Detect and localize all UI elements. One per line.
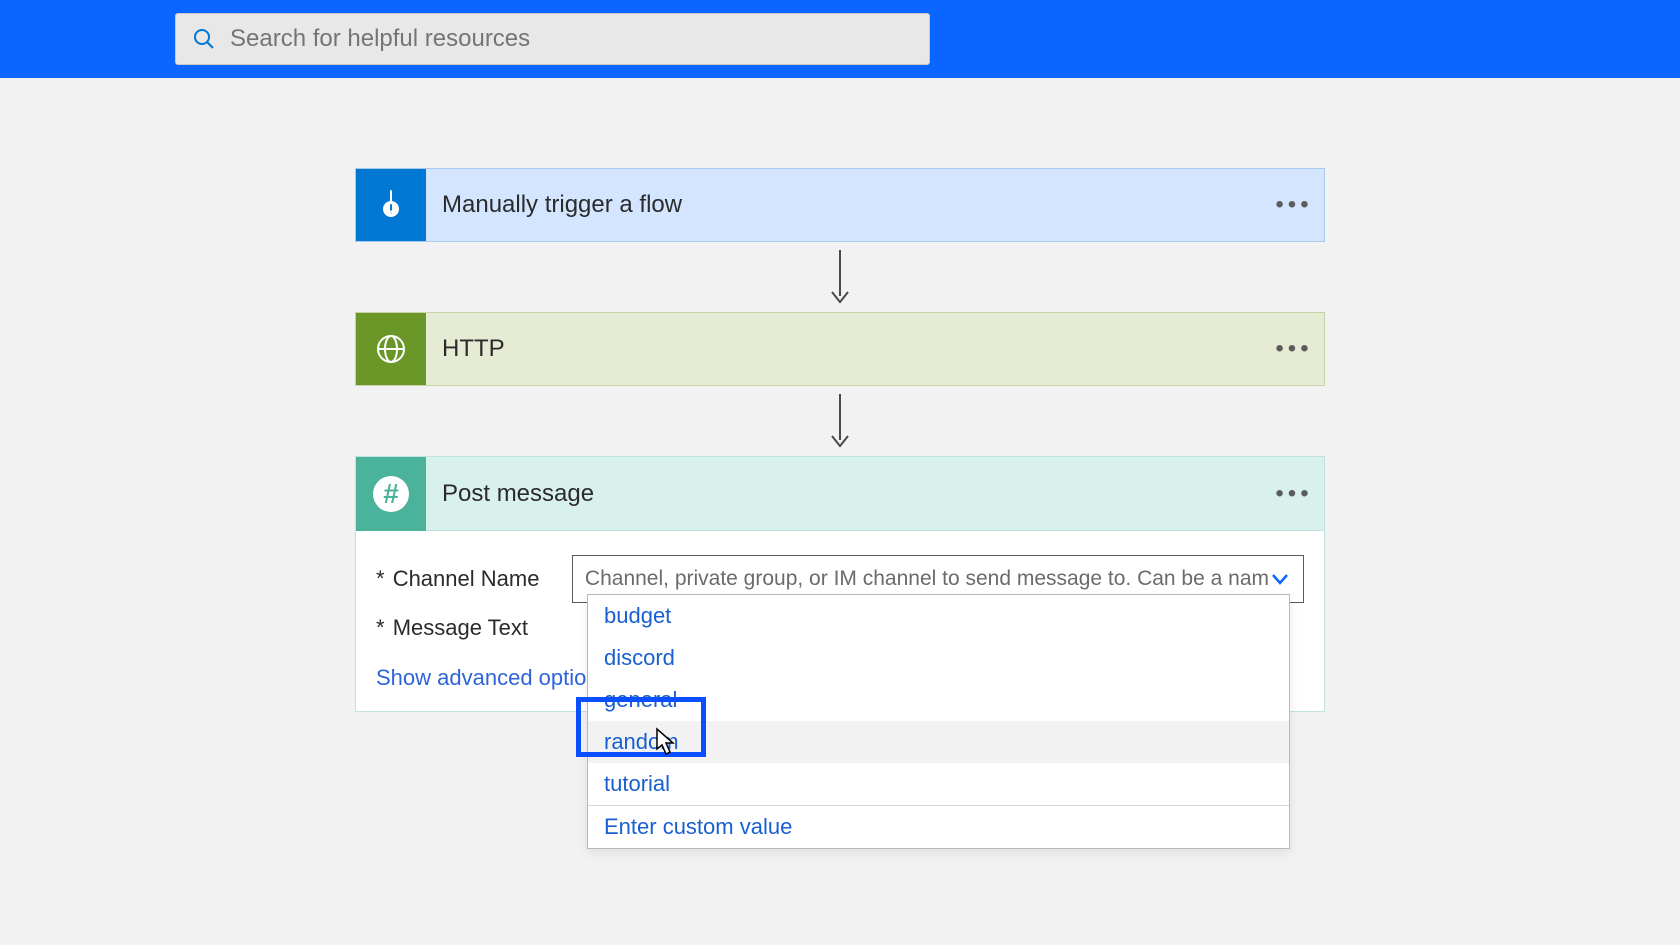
channel-name-placeholder: Channel, private group, or IM channel to… <box>585 567 1269 591</box>
search-box[interactable] <box>175 13 930 65</box>
trigger-title: Manually trigger a flow <box>442 191 1264 219</box>
channel-name-label: * Channel Name <box>376 566 572 592</box>
dropdown-option-random[interactable]: random <box>588 721 1289 763</box>
svg-text:#: # <box>383 478 399 509</box>
connector-arrow <box>355 242 1325 312</box>
trigger-card[interactable]: Manually trigger a flow ••• <box>355 168 1325 242</box>
post-message-menu-icon[interactable]: ••• <box>1264 480 1324 508</box>
dropdown-option-general[interactable]: general <box>588 679 1289 721</box>
flow-canvas: Manually trigger a flow ••• HTTP ••• <box>0 168 1680 784</box>
search-input[interactable] <box>230 25 913 53</box>
trigger-menu-icon[interactable]: ••• <box>1264 191 1324 219</box>
channel-dropdown: budgetdiscordgeneralrandomtutorialEnter … <box>587 594 1290 849</box>
post-message-title: Post message <box>442 480 1264 508</box>
search-icon <box>192 27 216 51</box>
hash-icon: # <box>356 457 426 531</box>
post-message-form: * Channel Name Channel, private group, o… <box>356 531 1324 711</box>
dropdown-option-tutorial[interactable]: tutorial <box>588 763 1289 805</box>
chevron-down-icon <box>1269 568 1291 590</box>
post-message-header[interactable]: # Post message ••• <box>356 457 1324 531</box>
http-title: HTTP <box>442 335 1264 363</box>
dropdown-option-discord[interactable]: discord <box>588 637 1289 679</box>
dropdown-custom-value[interactable]: Enter custom value <box>588 806 1289 848</box>
post-message-card: # Post message ••• * Channel Name Channe… <box>355 456 1325 712</box>
connector-arrow <box>355 386 1325 456</box>
message-text-label: * Message Text <box>376 615 586 641</box>
dropdown-option-budget[interactable]: budget <box>588 595 1289 637</box>
trigger-icon <box>356 169 426 241</box>
globe-icon <box>356 313 426 385</box>
top-bar <box>0 0 1680 78</box>
http-card[interactable]: HTTP ••• <box>355 312 1325 386</box>
http-menu-icon[interactable]: ••• <box>1264 335 1324 363</box>
